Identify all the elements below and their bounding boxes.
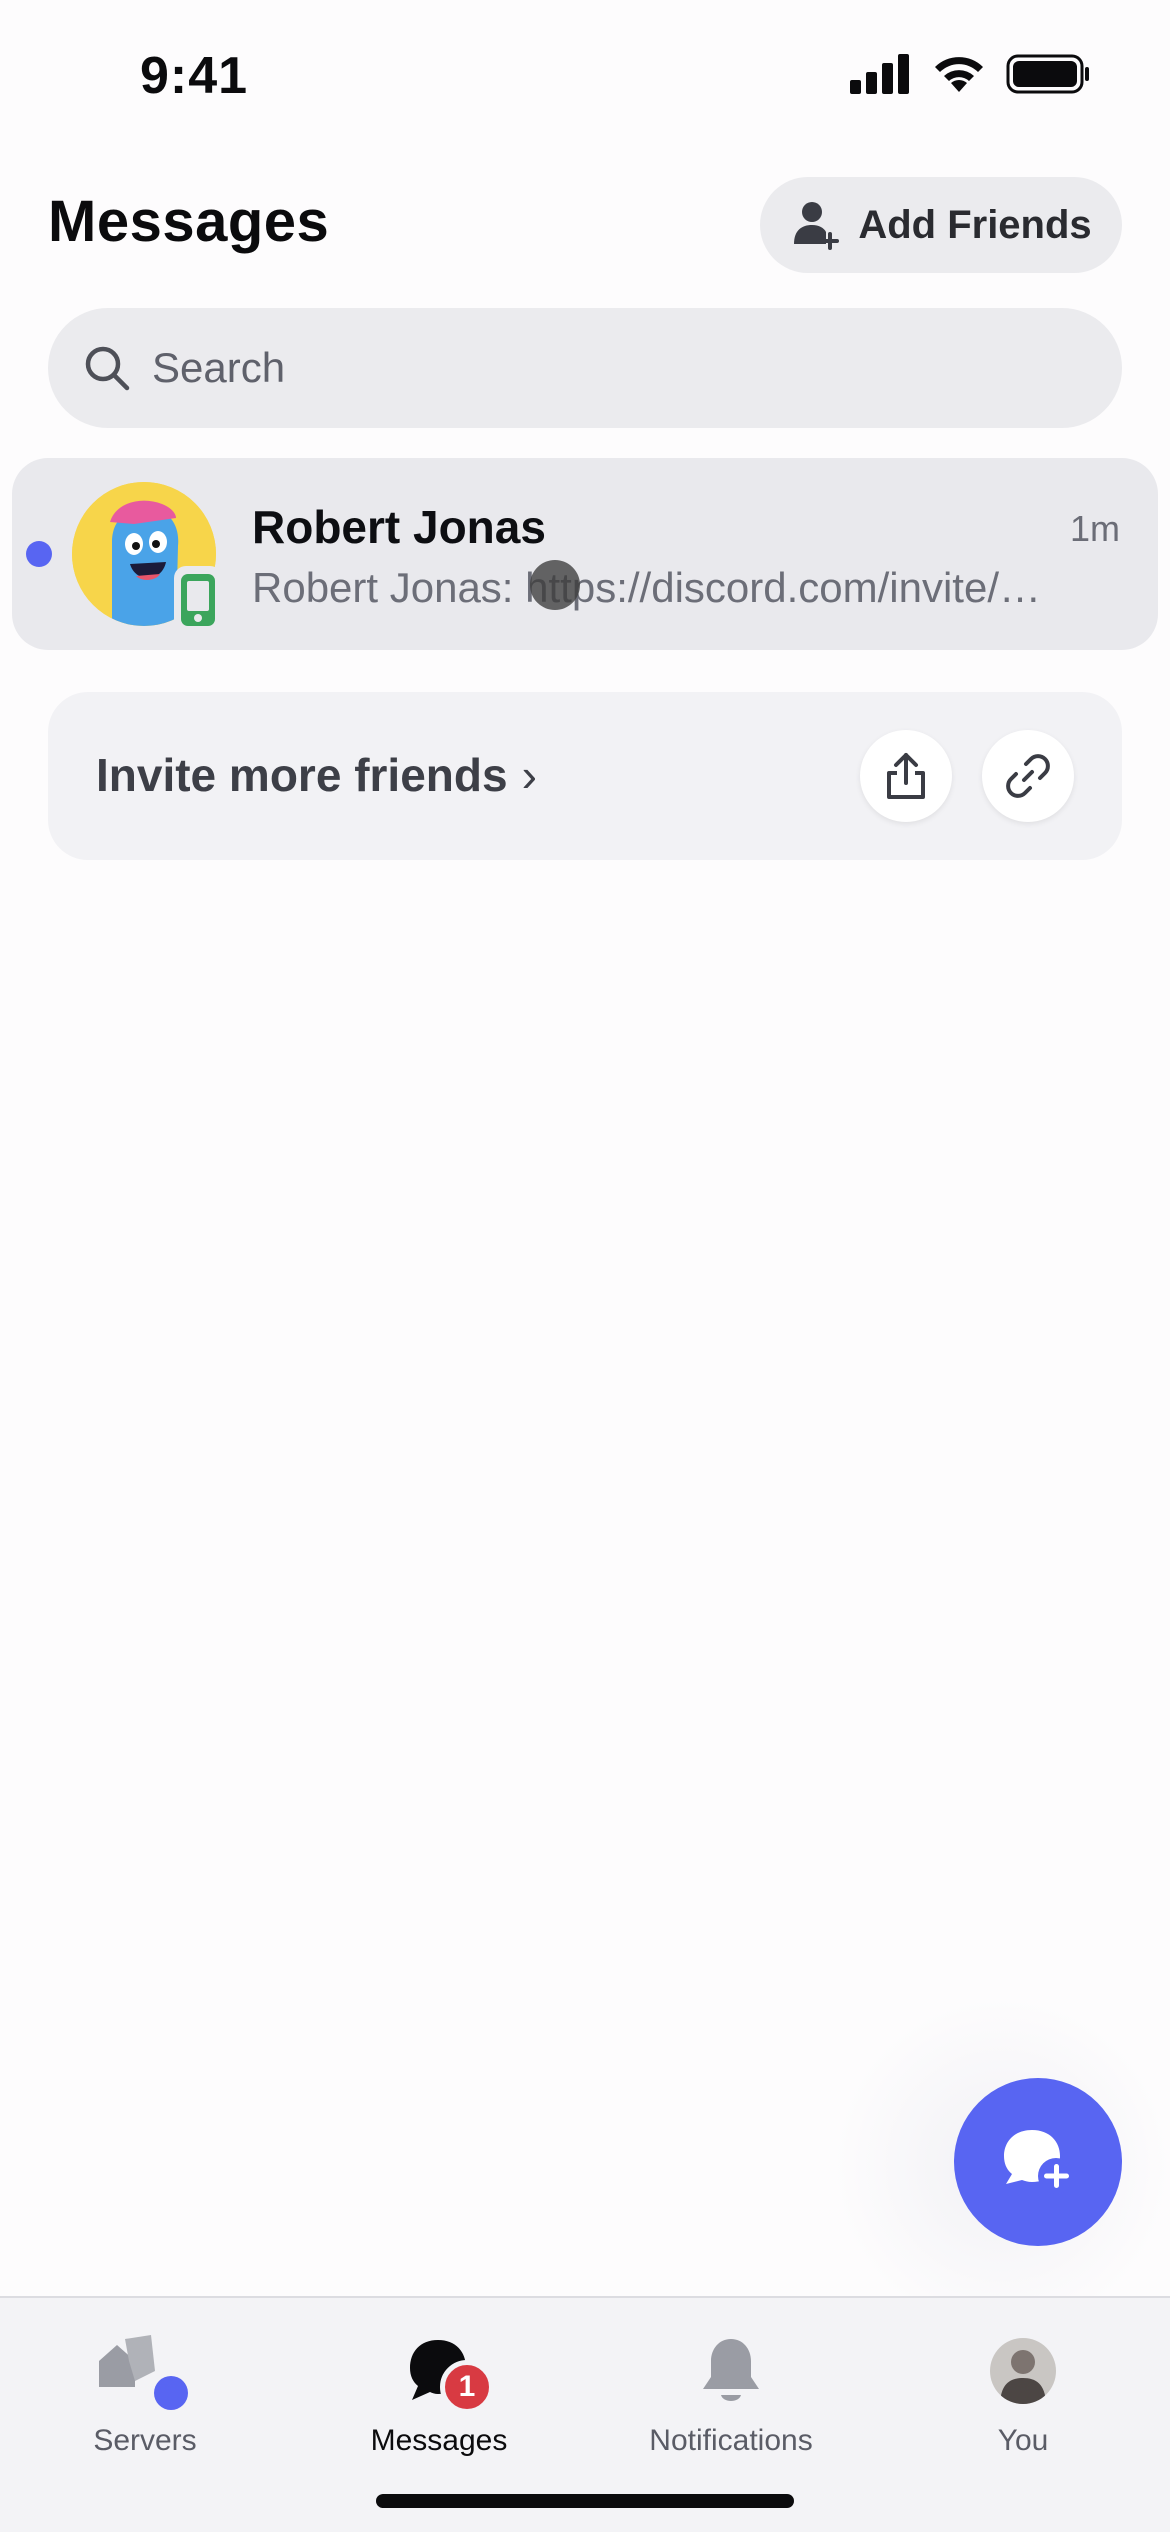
status-icons: [850, 54, 1090, 94]
unread-count-badge: 1: [440, 2360, 494, 2414]
dm-row-robert-jonas[interactable]: Robert Jonas 1m Robert Jonas: https://di…: [12, 458, 1158, 650]
tab-you[interactable]: You: [893, 2326, 1153, 2466]
tab-notifications[interactable]: Notifications: [601, 2326, 861, 2466]
share-icon: [887, 753, 925, 799]
signal-icon: [850, 54, 909, 94]
messages-icon: 1: [384, 2326, 494, 2416]
search-input[interactable]: [152, 344, 1052, 392]
bell-icon: [699, 2326, 763, 2416]
status-time: 9:41: [140, 47, 249, 105]
battery-icon: [1006, 54, 1089, 94]
dm-name: Robert Jonas: [252, 501, 546, 553]
touch-indicator: [530, 560, 580, 610]
unread-indicator: [26, 541, 52, 567]
invite-label: Invite more friends: [96, 749, 508, 801]
search-bar[interactable]: [48, 308, 1122, 428]
tab-label-messages: Messages: [370, 2424, 508, 2457]
messages-screen: 9:41 Messages Add Friends Search Robert …: [0, 0, 1170, 2532]
servers-icon: [95, 2326, 195, 2416]
new-message-button[interactable]: [954, 2078, 1122, 2246]
invite-more-friends-link[interactable]: Invite more friends ›: [96, 748, 537, 802]
tab-label-notifications: Notifications: [649, 2424, 813, 2457]
dm-timestamp: 1m: [1069, 508, 1120, 549]
page-title: Messages: [48, 189, 330, 254]
tab-messages[interactable]: 1 Messages: [309, 2326, 569, 2466]
chevron-right-icon: ›: [521, 749, 537, 801]
add-friends-button[interactable]: Add Friends: [760, 177, 1122, 273]
mobile-status-badge: [174, 566, 222, 634]
search-icon: [85, 346, 130, 391]
copy-link-button[interactable]: [982, 730, 1074, 822]
link-icon: [1006, 754, 1050, 798]
avatar: [988, 2326, 1058, 2416]
add-friend-icon: [794, 202, 840, 250]
tab-label-servers: Servers: [93, 2424, 197, 2457]
home-indicator: [376, 2494, 794, 2508]
mobile-phone-icon: [181, 574, 215, 626]
invite-friends-card: Invite more friends ›: [48, 692, 1122, 860]
tab-label-you: You: [997, 2424, 1049, 2457]
wifi-icon: [935, 57, 983, 92]
share-button[interactable]: [860, 730, 952, 822]
tab-servers[interactable]: Servers: [15, 2326, 275, 2466]
add-friends-label: Add Friends: [858, 202, 1092, 247]
new-message-icon: [1004, 2130, 1074, 2194]
dm-preview: Robert Jonas: https://discord.com/invite…: [252, 564, 1041, 611]
